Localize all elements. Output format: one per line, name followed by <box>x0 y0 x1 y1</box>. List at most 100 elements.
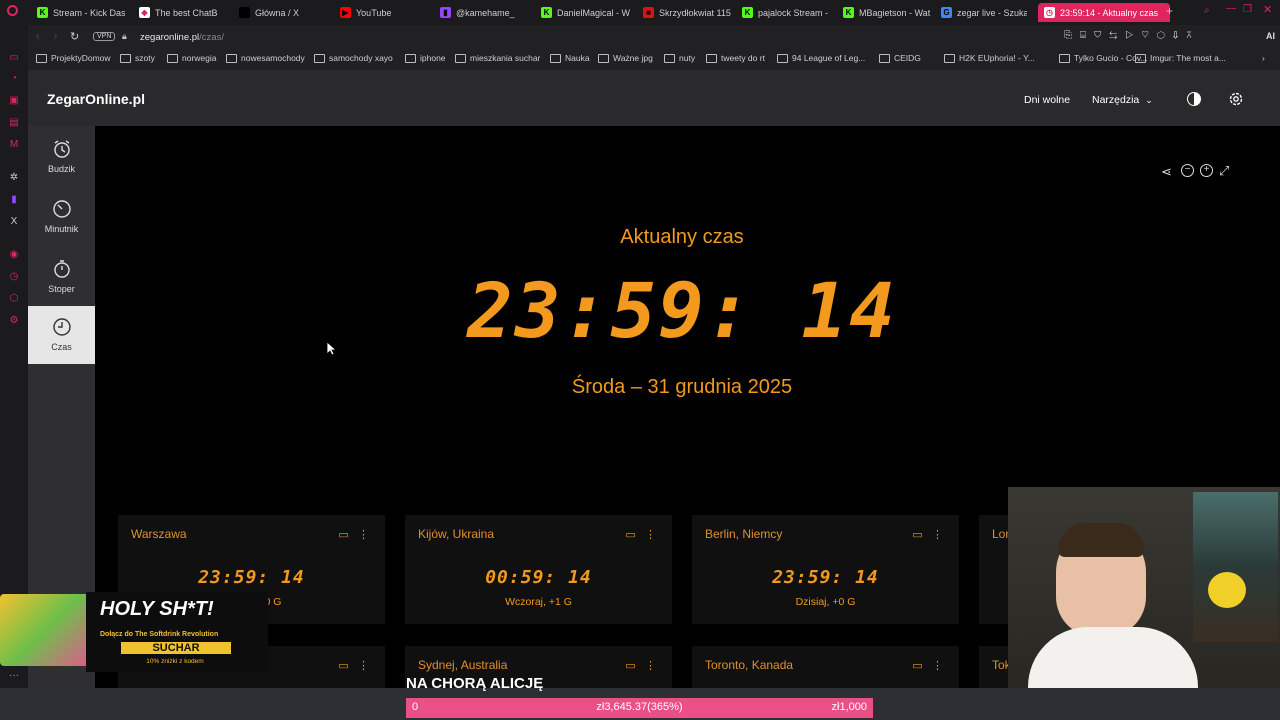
bookmark-item[interactable]: nuty <box>664 53 695 63</box>
sidebar-item-time[interactable]: Czas <box>28 306 95 364</box>
ai-icon[interactable]: AI <box>1266 31 1275 41</box>
bookmark-item[interactable]: Ważne jpg <box>598 53 653 63</box>
bookmark-item[interactable]: samochody xayo <box>314 53 393 63</box>
bookmark-item[interactable]: CEIDG <box>879 53 921 63</box>
goal-end: zł1,000 <box>831 701 867 713</box>
kebab-menu-icon[interactable]: ⋮ <box>932 660 943 672</box>
history-icon[interactable]: ◔ <box>8 73 20 85</box>
maximize-window-icon[interactable]: ❐ <box>1243 4 1252 15</box>
bookmark-item[interactable]: tweety do rt <box>706 53 765 63</box>
bookmark-item[interactable]: H2K EUphoria! - Y... <box>944 53 1035 63</box>
card-actions[interactable]: ▭ ⋮ <box>625 528 656 541</box>
bag-icon[interactable]: ▣ <box>8 95 20 107</box>
display-icon[interactable]: ▭ <box>338 660 348 672</box>
forward-icon[interactable]: › <box>54 31 57 42</box>
promo-product-image <box>0 594 90 666</box>
message-icon[interactable]: ▤ <box>8 117 20 129</box>
bookmark-item[interactable]: 94 League of Leg... <box>777 53 865 63</box>
city-clock-card[interactable]: Toronto, Kanada ▭ ⋮ <box>692 646 959 688</box>
kebab-menu-icon[interactable]: ⋮ <box>645 660 656 672</box>
display-icon[interactable]: ▭ <box>625 529 635 541</box>
browser-tab[interactable]: K DanielMagical - W <box>541 3 631 22</box>
tab-label: 23:59:14 - Aktualny czas <box>1060 7 1159 18</box>
bookmarks-overflow-icon[interactable]: › <box>1262 53 1265 63</box>
browser-tab[interactable]: Gzegar live - Szukaj <box>941 3 1027 22</box>
bookmark-item[interactable]: mieszkania suchar <box>455 53 540 63</box>
kebab-menu-icon[interactable]: ⋮ <box>358 529 369 541</box>
x-icon[interactable]: X <box>8 216 20 228</box>
fullscreen-icon[interactable]: ⤢ <box>1219 163 1229 179</box>
kebab-menu-icon[interactable]: ⋮ <box>645 529 656 541</box>
twitch-icon[interactable]: ▮ <box>8 194 20 206</box>
browser-tab[interactable]: ◷ 23:59:14 - Aktualny czas <box>1038 3 1170 22</box>
browser-tab[interactable]: K MBagietson - Wat <box>843 3 931 22</box>
back-icon[interactable]: ‹ <box>36 31 39 42</box>
card-actions[interactable]: ▭ ⋮ <box>625 659 656 672</box>
browser-tab[interactable]: ▮ @kamehame_ <box>440 3 528 22</box>
promo-line: Dołącz do The Softdrink Revolution <box>100 631 219 638</box>
bookmark-item[interactable]: Nauka <box>550 53 590 63</box>
url-field[interactable]: zegaronline.pl/czas/ <box>140 32 224 43</box>
card-actions[interactable]: ▭ ⋮ <box>338 659 369 672</box>
display-icon[interactable]: ▭ <box>912 529 922 541</box>
city-clock-card[interactable]: Kijów, Ukraina ▭ ⋮ 00:59: 14 Wczoraj, +1 G <box>405 515 672 624</box>
sidebar-item-label: Stoper <box>48 284 75 294</box>
shelf-decor <box>1193 492 1278 642</box>
display-icon[interactable]: ▭ <box>338 529 348 541</box>
card-actions[interactable]: ▭ ⋮ <box>912 528 943 541</box>
zoom-in-icon[interactable]: + <box>1200 164 1213 177</box>
browser-tab[interactable]: K Stream - Kick Dash <box>37 3 125 22</box>
zoom-out-icon[interactable]: − <box>1181 164 1194 177</box>
reload-icon[interactable]: ↻ <box>70 30 79 43</box>
card-actions[interactable]: ▭ ⋮ <box>912 659 943 672</box>
bookmark-item[interactable]: iphone <box>405 53 446 63</box>
bookmark-item[interactable]: norwegia <box>167 53 217 63</box>
display-icon[interactable]: ▭ <box>912 660 922 672</box>
sidebar-item-alarm[interactable]: Budzik <box>28 128 95 186</box>
browser-tab[interactable]: ◆ The best ChatB <box>139 3 225 22</box>
extensions-icon[interactable]: ⬡ <box>8 293 20 305</box>
search-tabs-icon[interactable]: ⌕ <box>1204 5 1210 16</box>
tab-favicon-icon: X <box>239 7 250 18</box>
alarm-clock-icon <box>53 140 70 158</box>
bookmark-item[interactable]: Imgur: The most a... <box>1135 53 1226 63</box>
bookmark-item[interactable]: ProjektyDomow <box>36 53 111 63</box>
close-window-icon[interactable]: ✕ <box>1263 3 1272 16</box>
vpn-badge[interactable]: VPN <box>93 32 116 41</box>
nav-tools-label: Narzędzia <box>1092 94 1140 106</box>
opera-logo-icon[interactable] <box>7 5 18 16</box>
site-logo[interactable]: ZegarOnline.pl <box>47 91 145 107</box>
settings-gear-icon[interactable] <box>1228 91 1244 107</box>
sidebar-item-stopwatch[interactable]: Stoper <box>28 248 95 306</box>
city-clock-card[interactable]: Berlin, Niemcy ▭ ⋮ 23:59: 14 Dzisiaj, +0 G <box>692 515 959 624</box>
sidebar-item-timer[interactable]: Minutnik <box>28 188 95 246</box>
chatgpt-icon[interactable]: ✲ <box>8 172 20 184</box>
toolbar-icons[interactable]: ⎘⌸⛉⇆▷♡⬡⇩⌆ <box>1064 30 1200 41</box>
digital-clock: 23:59: 14 <box>467 266 897 355</box>
nav-holidays-link[interactable]: Dni wolne <box>1024 94 1070 106</box>
browser-tab[interactable]: X Główna / X <box>239 3 329 22</box>
display-icon[interactable]: ▭ <box>625 660 635 672</box>
mail-icon[interactable]: M <box>8 139 20 151</box>
bookmark-item[interactable]: szoty <box>120 53 155 63</box>
share-icon[interactable]: ⋖ <box>1161 164 1172 180</box>
minimize-window-icon[interactable]: — <box>1226 3 1236 14</box>
site-info-icon[interactable]: 🔒︎ <box>122 31 127 42</box>
bookmark-label: iphone <box>420 53 446 63</box>
browser-tab[interactable]: ▶ YouTube <box>340 3 430 22</box>
theme-toggle-icon[interactable] <box>1187 92 1201 106</box>
player-icon[interactable]: ◉ <box>8 249 20 261</box>
card-actions[interactable]: ▭ ⋮ <box>338 528 369 541</box>
nav-tools-menu[interactable]: Narzędzia ⌄ <box>1092 94 1153 106</box>
kebab-menu-icon[interactable]: ⋮ <box>358 660 369 672</box>
new-tab-button[interactable]: + <box>1166 4 1173 18</box>
browser-tab[interactable]: Kpajalock Stream - <box>742 3 832 22</box>
promo-discount: 10% zniżki z kodem <box>146 658 204 665</box>
messenger-icon[interactable]: ▭ <box>8 52 20 64</box>
site-header: ZegarOnline.pl Dni wolne Narzędzia ⌄ <box>28 71 1280 126</box>
kebab-menu-icon[interactable]: ⋮ <box>932 529 943 541</box>
bookmark-item[interactable]: nowesamochody <box>226 53 305 63</box>
settings-icon[interactable]: ⚙ <box>8 315 20 327</box>
clock-icon[interactable]: ◷ <box>8 271 20 283</box>
browser-tab[interactable]: ■ Skrzydłokwiat 1150 <box>643 3 731 22</box>
